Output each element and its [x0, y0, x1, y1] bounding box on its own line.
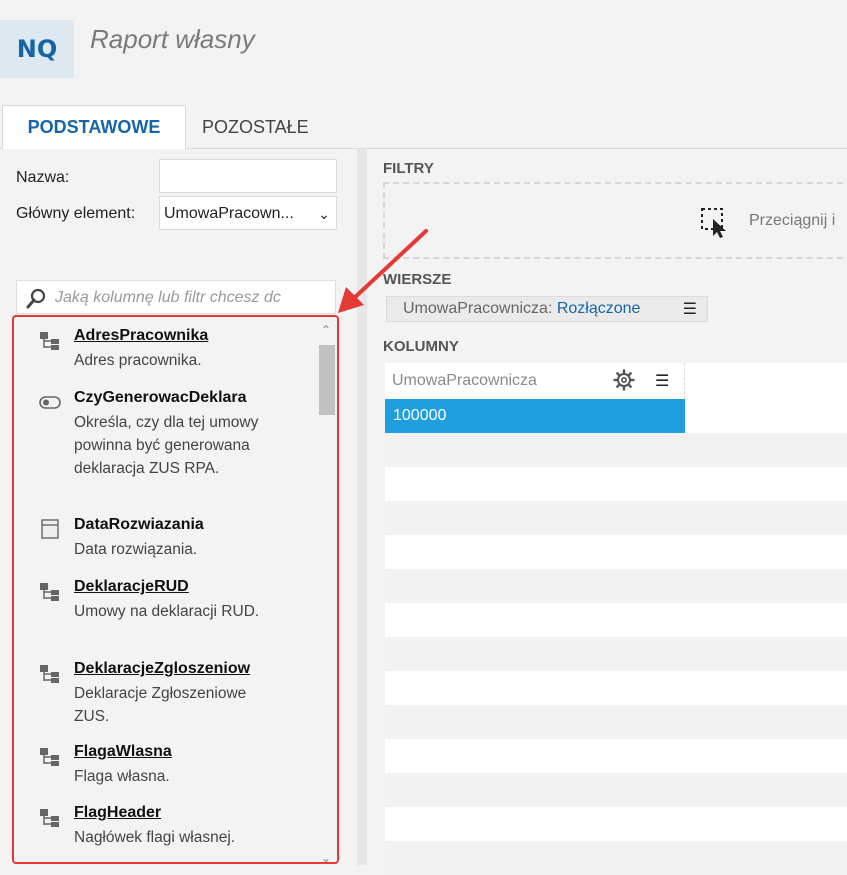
table-row	[385, 637, 847, 671]
main-element-label: Główny element:	[16, 205, 136, 222]
field-desc: Flaga własna.	[74, 768, 170, 785]
toggle-icon	[39, 396, 61, 409]
field-desc: Deklaracje Zgłoszeniowe ZUS.	[74, 685, 247, 725]
tree-icon	[40, 809, 59, 827]
tree-icon	[40, 583, 59, 601]
field-search[interactable]: Jaką kolumnę lub filtr chcesz dc	[16, 280, 336, 314]
field-desc: Określa, czy dla tej umowy powinna być g…	[74, 414, 259, 477]
list-scrollbar[interactable]: ⌃ ⌄	[317, 323, 335, 862]
page-title[interactable]: Raport własny	[90, 24, 255, 55]
table-row	[385, 603, 847, 637]
grid-cell[interactable]: 100000	[385, 399, 685, 433]
menu-icon[interactable]: ☰	[683, 299, 697, 319]
app-badge: NQ	[0, 20, 74, 78]
field-name: FlagaWlasna	[74, 743, 172, 760]
tree-icon	[40, 665, 59, 683]
table-row	[385, 535, 847, 569]
gear-icon[interactable]	[613, 369, 635, 391]
table-row	[385, 467, 847, 501]
field-desc: Data rozwiązania.	[74, 541, 198, 558]
table-row	[385, 433, 847, 467]
data-grid: UmowaPracownicza ☰ 100000	[385, 363, 847, 875]
field-name: AdresPracownika	[74, 327, 209, 344]
search-placeholder: Jaką kolumnę lub filtr chcesz dc	[55, 289, 281, 306]
row-chip[interactable]: UmowaPracownicza: Rozłączone ☰	[386, 296, 708, 322]
table-row	[385, 841, 847, 875]
table-row	[385, 501, 847, 535]
field-name: CzyGenerowacDeklara	[74, 389, 247, 406]
annotation-arrow-icon	[338, 229, 428, 313]
column-header-label: UmowaPracownicza	[392, 372, 537, 389]
filters-heading: FILTRY	[383, 160, 434, 177]
column-header[interactable]: UmowaPracownicza ☰	[385, 363, 685, 399]
row-chip-value[interactable]: Rozłączone	[557, 300, 641, 317]
chevron-down-icon: ⌄	[318, 206, 330, 222]
field-name: DataRozwiazania	[74, 516, 204, 533]
name-label: Nazwa:	[16, 169, 70, 186]
table-row	[385, 569, 847, 603]
main-element-select[interactable]: UmowaPracown... ⌄	[159, 196, 337, 230]
tab-podstawowe[interactable]: PODSTAWOWE	[2, 105, 186, 149]
field-name: FlagHeader	[74, 804, 162, 821]
field-list: AdresPracownika Adres pracownika. CzyGen…	[12, 315, 339, 864]
calendar-icon	[41, 519, 59, 539]
layout-panel: FILTRY Przeciągnij i WIERSZE UmowaPracow…	[367, 149, 847, 875]
scroll-down-icon[interactable]: ⌄	[317, 851, 335, 862]
table-row	[385, 705, 847, 739]
field-desc: Nagłówek flagi własnej.	[74, 829, 236, 846]
app-header: NQ Raport własny	[0, 0, 847, 105]
columns-heading: KOLUMNY	[383, 338, 459, 355]
search-icon	[26, 288, 46, 309]
dropzone-text: Przeciągnij i	[749, 212, 836, 229]
menu-icon[interactable]: ☰	[655, 371, 669, 390]
filters-dropzone[interactable]: Przeciągnij i	[383, 182, 847, 259]
tree-icon	[40, 332, 59, 350]
table-row	[385, 807, 847, 841]
field-desc: Adres pracownika.	[74, 352, 202, 369]
main-element-value: UmowaPracown...	[164, 205, 294, 222]
table-row	[385, 671, 847, 705]
field-name: DeklaracjeRUD	[74, 578, 189, 595]
column-header-empty	[685, 363, 847, 399]
scroll-thumb[interactable]	[319, 345, 335, 415]
field-desc: Umowy na deklaracji RUD.	[74, 603, 260, 620]
field-name: DeklaracjeZgloszeniow	[74, 660, 251, 677]
fields-panel: Nazwa: Główny element: UmowaPracown... ⌄…	[0, 149, 357, 865]
table-row	[385, 773, 847, 807]
tree-icon	[40, 748, 59, 766]
tab-bar: PODSTAWOWE POZOSTAŁE	[0, 105, 847, 149]
tab-pozostale[interactable]: POZOSTAŁE	[188, 105, 323, 149]
drag-select-icon	[701, 208, 726, 238]
name-input[interactable]	[159, 159, 337, 193]
table-row	[385, 739, 847, 773]
scroll-up-icon[interactable]: ⌃	[317, 323, 335, 337]
